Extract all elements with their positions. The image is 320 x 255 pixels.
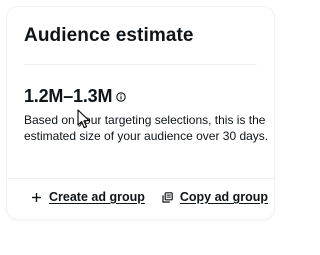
card-actions: Create ad group Copy ad group bbox=[31, 190, 268, 204]
copy-ad-group-button[interactable]: Copy ad group bbox=[162, 190, 268, 204]
copy-icon bbox=[162, 191, 173, 203]
audience-estimate-value: 1.2M–1.3M bbox=[24, 86, 113, 106]
audience-estimate-description: Based on your targeting selections, this… bbox=[24, 113, 269, 143]
audience-estimate-card: Audience estimate 1.2M–1.3M Based on you… bbox=[6, 6, 275, 220]
mouse-pointer-icon bbox=[77, 109, 90, 129]
card-title: Audience estimate bbox=[24, 25, 194, 46]
plus-icon bbox=[31, 192, 42, 203]
estimate-row: 1.2M–1.3M bbox=[24, 86, 126, 107]
create-ad-group-label: Create ad group bbox=[49, 190, 145, 204]
title-divider bbox=[24, 64, 257, 65]
info-icon[interactable] bbox=[116, 91, 126, 102]
footer-divider bbox=[7, 178, 274, 179]
copy-ad-group-label: Copy ad group bbox=[179, 190, 269, 204]
create-ad-group-button[interactable]: Create ad group bbox=[31, 190, 145, 204]
